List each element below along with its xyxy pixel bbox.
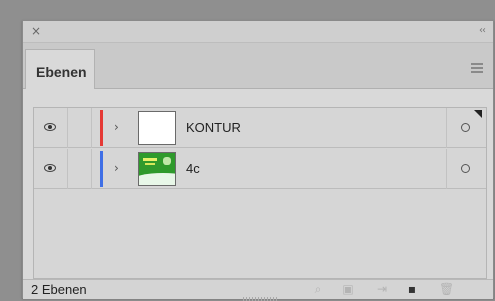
- eye-icon: [44, 123, 56, 131]
- tab-bar: Ebenen: [23, 43, 493, 89]
- target-toggle[interactable]: [446, 108, 486, 148]
- close-icon[interactable]: ×: [31, 24, 41, 38]
- create-new-layer-icon[interactable]: ▪: [405, 283, 419, 295]
- layer-color-indicator: [100, 151, 103, 187]
- layer-name[interactable]: 4c: [186, 161, 200, 176]
- lock-toggle[interactable]: [68, 108, 92, 148]
- layer-row-kontur[interactable]: › KONTUR: [34, 108, 486, 148]
- layer-name[interactable]: KONTUR: [186, 120, 241, 135]
- layer-thumbnail: [138, 111, 176, 145]
- panel-footer: 2 Ebenen ⌕ ▣ ⇥ ▪ 🗑: [23, 279, 493, 299]
- delete-icon[interactable]: 🗑: [439, 283, 454, 295]
- lock-toggle[interactable]: [68, 149, 92, 189]
- target-toggle[interactable]: [446, 149, 486, 189]
- make-clipping-mask-icon[interactable]: ▣: [341, 283, 355, 295]
- locate-object-icon[interactable]: ⌕: [311, 283, 325, 295]
- layer-color-indicator: [100, 110, 103, 146]
- visibility-toggle[interactable]: [34, 149, 68, 189]
- layer-count-status: 2 Ebenen: [31, 282, 87, 297]
- selected-layer-marker: [474, 110, 482, 118]
- layers-panel: × ‹‹ Ebenen › KONTUR › 4c 2 Ebenen ⌕ ▣ ⇥…: [22, 20, 494, 301]
- target-circle-icon: [461, 164, 470, 173]
- layer-row-4c[interactable]: › 4c: [34, 149, 486, 189]
- resize-grip[interactable]: [243, 297, 277, 301]
- collapse-icon[interactable]: ‹‹: [479, 25, 486, 36]
- expand-chevron-icon[interactable]: ›: [114, 120, 119, 134]
- layer-thumbnail: [138, 152, 176, 186]
- panel-titlebar: × ‹‹: [23, 21, 493, 43]
- layers-list: › KONTUR › 4c: [33, 107, 487, 279]
- tab-ebenen[interactable]: Ebenen: [25, 49, 95, 89]
- expand-chevron-icon[interactable]: ›: [114, 161, 119, 175]
- target-circle-icon: [461, 123, 470, 132]
- visibility-toggle[interactable]: [34, 108, 68, 148]
- create-sublayer-icon[interactable]: ⇥: [375, 283, 389, 295]
- panel-menu-icon[interactable]: [471, 63, 483, 73]
- eye-icon: [44, 164, 56, 172]
